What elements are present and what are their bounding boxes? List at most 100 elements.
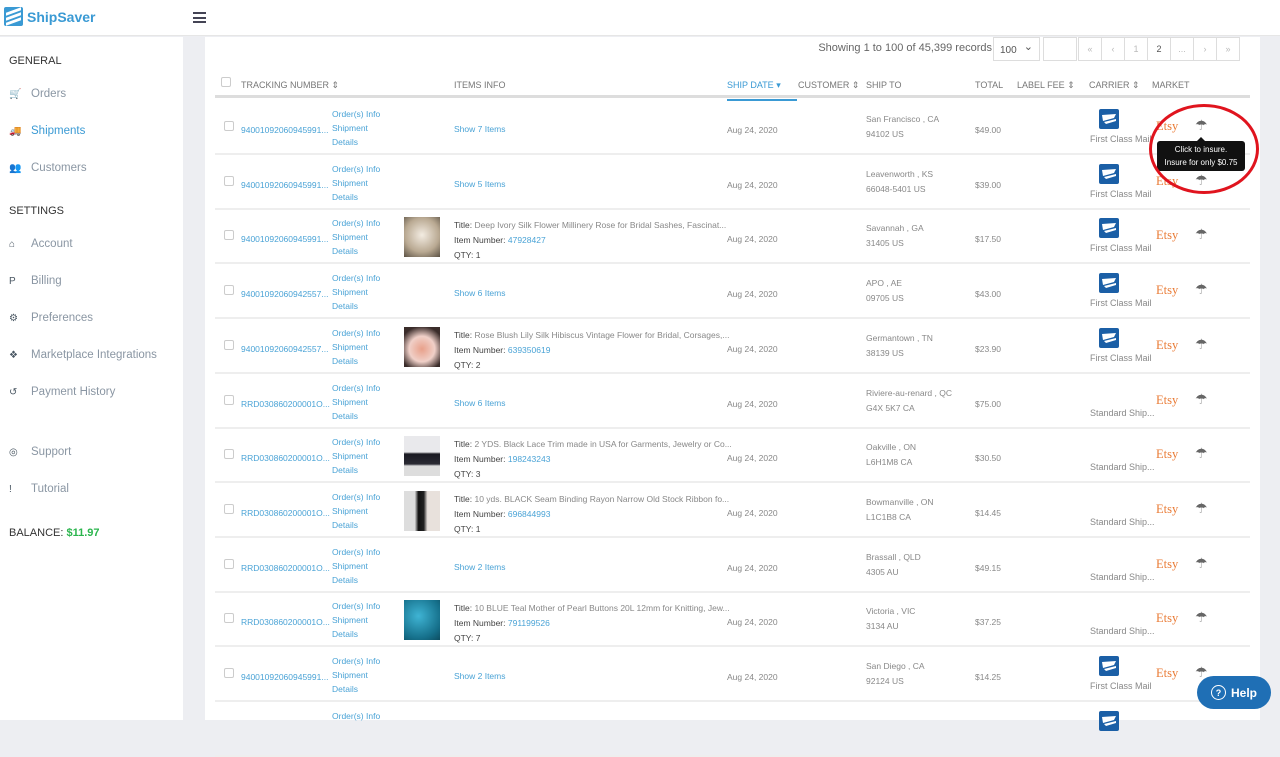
sidebar-item-support[interactable]: ◎ Support — [9, 446, 71, 458]
show-items-link[interactable]: Show 5 Items — [454, 179, 506, 189]
sidebar-item-marketplace-integrations[interactable]: ❖ Marketplace Integrations — [9, 349, 157, 361]
col-customer[interactable]: CUSTOMER ⇕ — [798, 80, 859, 91]
row-checkbox[interactable] — [224, 285, 234, 296]
tracking-number-link[interactable]: 94001092060942557... — [241, 344, 328, 354]
shipment-details-link[interactable]: Shipment Details — [332, 121, 380, 149]
page-button[interactable]: 2 — [1147, 37, 1171, 61]
col-tracking[interactable]: TRACKING NUMBER ⇕ — [241, 80, 339, 91]
page-button[interactable]: » — [1216, 37, 1240, 61]
row-checkbox[interactable] — [224, 503, 234, 514]
item-number-link[interactable]: 791199526 — [508, 618, 550, 628]
sidebar-item-orders[interactable]: 🛒 Orders — [9, 88, 66, 100]
shipment-details-link[interactable]: Shipment Details — [332, 613, 380, 641]
umbrella-icon[interactable]: ☂ — [1195, 609, 1208, 626]
page-button[interactable]: 1 — [1124, 37, 1148, 61]
sidebar-item-payment-history[interactable]: ↺ Payment History — [9, 386, 115, 398]
item-thumbnail[interactable] — [404, 217, 440, 258]
sidebar-item-tutorial[interactable]: ! Tutorial — [9, 483, 69, 495]
tracking-number-link[interactable]: 94001092060945991... — [241, 672, 328, 682]
show-items-link[interactable]: Show 7 Items — [454, 124, 506, 134]
tracking-number-link[interactable]: 94001092060942557... — [241, 289, 328, 299]
row-checkbox[interactable] — [224, 339, 234, 350]
shipment-details-link[interactable]: Shipment Details — [332, 504, 380, 532]
page-button[interactable]: ‹ — [1101, 37, 1125, 61]
sidebar-item-shipments[interactable]: 🚚 Shipments — [9, 125, 85, 137]
logo-icon — [4, 7, 23, 26]
umbrella-icon[interactable]: ☂ — [1195, 226, 1208, 243]
orders-info-link[interactable]: Order(s) Info — [332, 545, 380, 559]
row-checkbox[interactable] — [224, 394, 234, 405]
show-items-link[interactable]: Show 2 Items — [454, 562, 506, 572]
item-number-link[interactable]: 198243243 — [508, 454, 551, 464]
page-button[interactable]: ... — [1170, 37, 1194, 61]
orders-info-link[interactable]: Order(s) Info — [332, 216, 380, 230]
umbrella-icon[interactable]: ☂ — [1195, 391, 1208, 408]
item-number-link[interactable]: 47928427 — [508, 235, 546, 245]
orders-info-link[interactable]: Order(s) Info — [332, 326, 380, 340]
row-checkbox[interactable] — [224, 613, 234, 624]
item-thumbnail[interactable] — [404, 326, 440, 367]
col-carrier[interactable]: CARRIER ⇕ — [1089, 80, 1140, 91]
sidebar-item-preferences[interactable]: ⚙ Preferences — [9, 312, 93, 324]
page-button[interactable]: › — [1193, 37, 1217, 61]
item-number-link[interactable]: 639350619 — [508, 345, 551, 355]
col-ship-date[interactable]: SHIP DATE ▾ — [727, 80, 797, 101]
page-button[interactable]: « — [1078, 37, 1102, 61]
help-button[interactable]: ? Help — [1197, 676, 1271, 709]
page-jump-input[interactable] — [1043, 37, 1077, 61]
shipment-details-link[interactable]: Shipment Details — [332, 559, 380, 587]
row-checkbox[interactable] — [224, 449, 234, 460]
umbrella-icon[interactable]: ☂ — [1195, 500, 1208, 517]
umbrella-icon[interactable]: ☂ — [1195, 445, 1208, 462]
shipment-details-link[interactable]: Shipment Details — [332, 395, 380, 423]
orders-info-link[interactable]: Order(s) Info — [332, 381, 380, 395]
shipsaver-logo[interactable]: ShipSaver — [4, 7, 95, 26]
show-items-link[interactable]: Show 2 Items — [454, 671, 506, 681]
tracking-number-link[interactable]: RRD030860200001O... — [241, 617, 330, 627]
shipment-details-link[interactable]: Shipment Details — [332, 340, 380, 368]
tracking-number-link[interactable]: RRD030860200001O... — [241, 563, 330, 573]
col-label-fee[interactable]: LABEL FEE ⇕ — [1017, 80, 1075, 91]
orders-info-link[interactable]: Order(s) Info — [332, 107, 380, 121]
item-thumbnail[interactable] — [404, 436, 440, 477]
shipment-details-link[interactable]: Shipment Details — [332, 285, 380, 313]
link-text: Shipment — [332, 341, 368, 352]
orders-info-link[interactable]: Order(s) Info — [332, 435, 380, 449]
select-all-checkbox[interactable] — [221, 77, 231, 87]
tracking-number-link[interactable]: 94001092060945991... — [241, 180, 328, 190]
sidebar-item-customers[interactable]: 👥 Customers — [9, 162, 87, 174]
tracking-number-link[interactable]: 94001092060945991... — [241, 234, 328, 244]
umbrella-icon[interactable]: ☂ — [1195, 336, 1208, 353]
tracking-number-link[interactable]: RRD030860200001O... — [241, 399, 330, 409]
tracking-number-link[interactable]: RRD030860200001O... — [241, 508, 330, 518]
sidebar-item-account[interactable]: ⌂ Account — [9, 238, 73, 250]
row-checkbox[interactable] — [224, 175, 234, 186]
shipment-details-link[interactable]: Shipment Details — [332, 230, 380, 258]
orders-info-link[interactable]: Order(s) Info — [332, 654, 380, 668]
row-checkbox[interactable] — [224, 558, 234, 569]
item-number-link[interactable]: 696844993 — [508, 509, 551, 519]
item-thumbnail[interactable] — [404, 490, 440, 531]
shipment-details-link[interactable]: Shipment Details — [332, 668, 380, 696]
orders-info-link[interactable]: Order(s) Info — [332, 271, 380, 285]
sidebar-item-billing[interactable]: P Billing — [9, 275, 62, 287]
menu-toggle-icon[interactable] — [193, 12, 206, 23]
tracking-number-link[interactable]: 94001092060945991... — [241, 125, 328, 135]
orders-info-link[interactable]: Order(s) Info — [332, 709, 380, 723]
orders-info-link[interactable]: Order(s) Info — [332, 599, 380, 613]
page-size-select[interactable]: 100 — [993, 37, 1040, 61]
shipment-details-link[interactable]: Shipment Details — [332, 449, 380, 477]
umbrella-icon[interactable]: ☂ — [1195, 281, 1208, 298]
row-checkbox[interactable] — [224, 121, 234, 131]
show-items-link[interactable]: Show 6 Items — [454, 288, 506, 298]
row-checkbox[interactable] — [224, 668, 234, 678]
lifebuoy-icon: ◎ — [9, 446, 18, 458]
orders-info-link[interactable]: Order(s) Info — [332, 162, 380, 176]
show-items-link[interactable]: Show 6 Items — [454, 398, 506, 408]
row-checkbox[interactable] — [224, 230, 234, 241]
shipment-details-link[interactable]: Shipment Details — [332, 176, 380, 204]
umbrella-icon[interactable]: ☂ — [1195, 555, 1208, 572]
item-thumbnail[interactable] — [404, 600, 440, 641]
tracking-number-link[interactable]: RRD030860200001O... — [241, 453, 330, 463]
orders-info-link[interactable]: Order(s) Info — [332, 490, 380, 504]
